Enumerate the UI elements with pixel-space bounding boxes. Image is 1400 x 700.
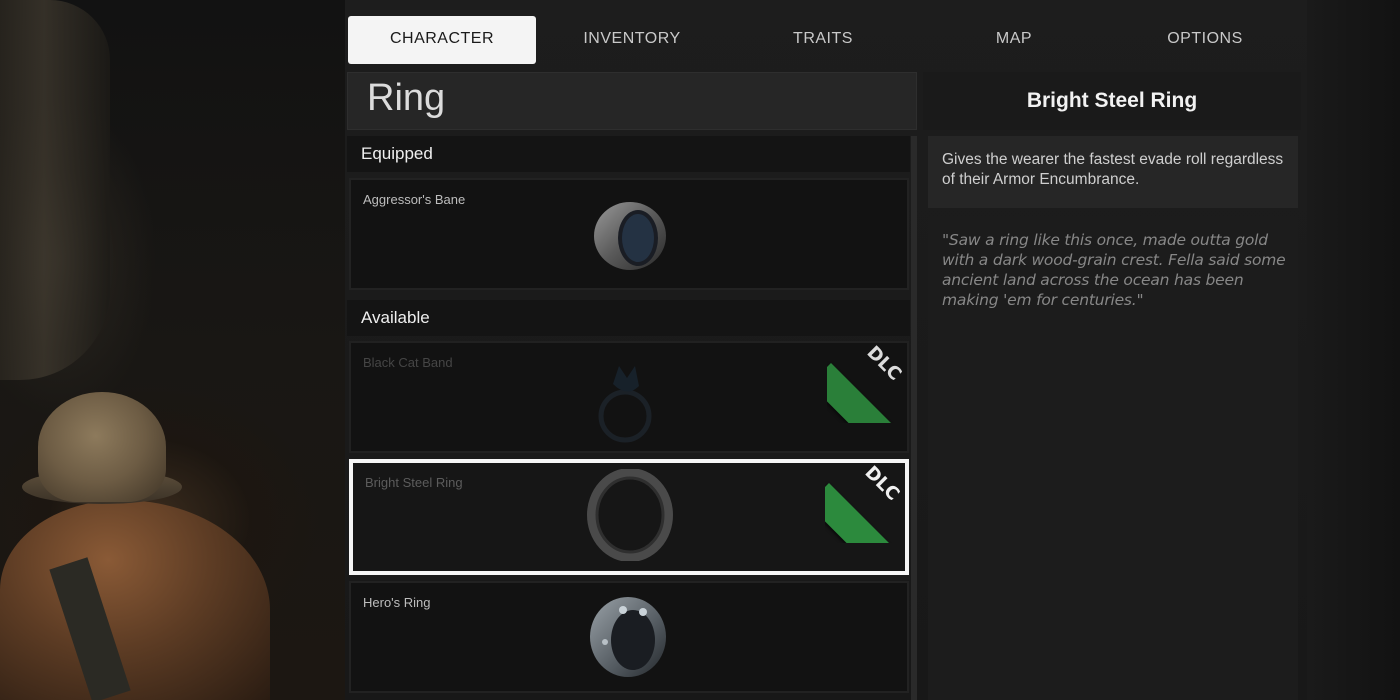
category-header: Ring — [347, 72, 917, 130]
main-tabs: CHARACTER INVENTORY TRAITS MAP OPTIONS — [345, 16, 1300, 64]
tab-options[interactable]: OPTIONS — [1111, 16, 1299, 64]
ring-name: Bright Steel Ring — [365, 475, 463, 490]
dlc-label: DLC — [860, 462, 904, 505]
dlc-badge: DLC — [825, 461, 907, 543]
game-scene-background — [0, 0, 345, 700]
tab-character[interactable]: CHARACTER — [348, 16, 536, 64]
character-helmet — [38, 392, 166, 502]
dlc-badge: DLC — [827, 341, 909, 423]
category-title: Ring — [367, 77, 446, 119]
tab-traits[interactable]: TRAITS — [729, 16, 917, 64]
panel-edge — [1307, 0, 1400, 700]
ring-slot-bright-steel-ring[interactable]: Bright Steel Ring DLC — [349, 459, 909, 575]
steel-ring-icon — [594, 202, 666, 270]
dlc-label: DLC — [862, 342, 906, 385]
list-scrollbar[interactable] — [911, 136, 917, 700]
available-heading: Available — [347, 300, 910, 336]
character-body — [0, 500, 270, 700]
tab-inventory[interactable]: INVENTORY — [538, 16, 726, 64]
cat-ring-icon — [598, 366, 652, 443]
equipped-heading: Equipped — [347, 136, 910, 172]
cave-rock — [0, 0, 110, 380]
ring-slot-black-cat-band[interactable]: Black Cat Band DLC — [349, 341, 909, 453]
ring-name: Black Cat Band — [363, 355, 453, 370]
tab-map[interactable]: MAP — [920, 16, 1108, 64]
ring-name: Aggressor's Bane — [363, 192, 466, 207]
studded-ring-icon — [590, 597, 666, 677]
ring-name: Hero's Ring — [363, 595, 431, 610]
ring-slot-heros-ring[interactable]: Hero's Ring — [349, 581, 909, 693]
plain-ring-icon — [587, 469, 673, 561]
item-lore-panel: "Saw a ring like this once, made outta g… — [928, 216, 1298, 700]
item-detail-title: Bright Steel Ring — [923, 72, 1301, 130]
ring-slot-aggressors-bane[interactable]: Aggressor's Bane — [349, 178, 909, 290]
item-lore-text: "Saw a ring like this once, made outta g… — [942, 231, 1286, 309]
item-description: Gives the wearer the fastest evade roll … — [928, 136, 1298, 208]
